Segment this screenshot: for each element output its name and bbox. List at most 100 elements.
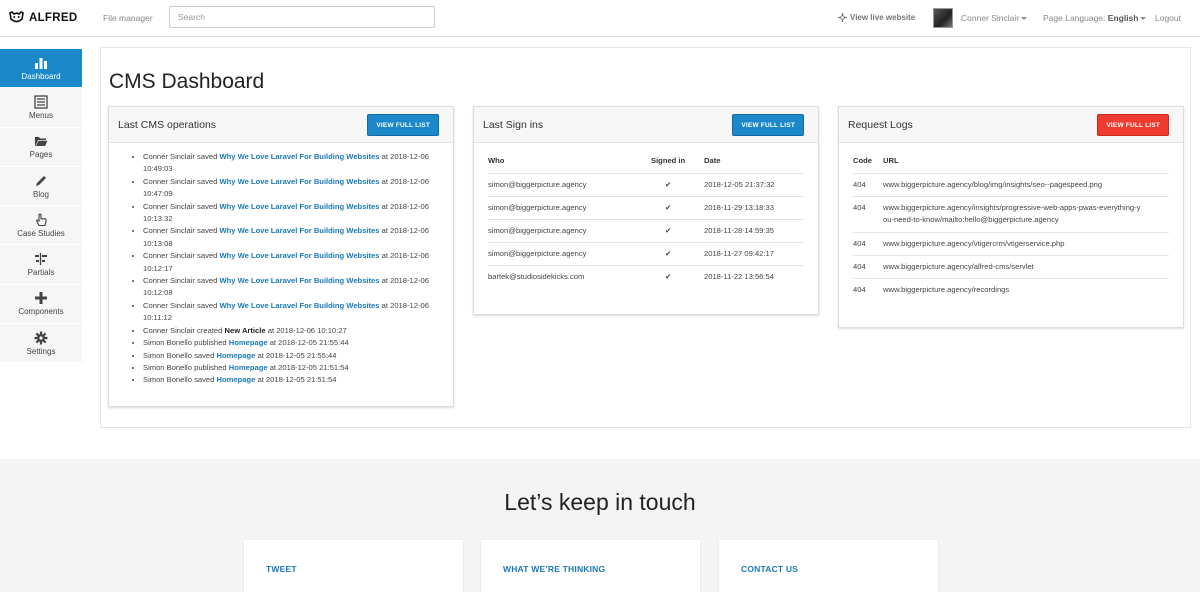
panel-header: Last Sign ins VIEW FULL LIST <box>474 107 818 143</box>
logo-text: ALFRED <box>29 11 78 24</box>
sidebar-item-blog[interactable]: Blog <box>0 166 82 207</box>
table-header-row: Code URL <box>853 143 1169 173</box>
panel-title: Request Logs <box>848 119 913 131</box>
view-live-label: View live website <box>850 13 916 22</box>
view-full-list-button[interactable]: VIEW FULL LIST <box>732 114 804 136</box>
list-item: Conner Sinclair saved Why We Love Larave… <box>143 275 453 300</box>
page-link[interactable]: Homepage <box>216 375 255 384</box>
page-language-menu[interactable]: Page Language: English <box>1043 13 1147 23</box>
sidebar-item-settings[interactable]: Settings <box>0 324 82 364</box>
check-icon: ✔ <box>651 195 704 219</box>
table-row: 404 www.biggerpicture.agency/alfred-cms/s… <box>853 254 1169 278</box>
column-header: Signed in <box>651 156 686 166</box>
view-live-website-link[interactable]: View live website <box>838 13 915 22</box>
plus-icon <box>35 292 47 305</box>
article-link[interactable]: Why We Love Laravel For Building Website… <box>219 301 379 310</box>
panel-title: Last Sign ins <box>483 119 544 131</box>
search-input[interactable] <box>169 6 435 28</box>
sidebar-item-partials[interactable]: Partials <box>0 245 82 285</box>
request-logs-panel: Request Logs VIEW FULL LIST Code URL 404… <box>838 106 1184 328</box>
view-full-list-button[interactable]: VIEW FULL LIST <box>367 114 439 136</box>
table-row: 404 www.biggerpicture.agency/insights/pro… <box>853 195 1169 232</box>
article-link[interactable]: Why We Love Laravel For Building Website… <box>219 276 379 285</box>
hand-pointer-icon <box>36 213 47 226</box>
list-item: Conner Sinclair saved Why We Love Larave… <box>143 201 453 226</box>
panel-header: Last CMS operations VIEW FULL LIST <box>109 107 453 143</box>
chevron-down-icon <box>1021 17 1028 21</box>
footer-card-heading[interactable]: CONTACT US <box>741 564 798 574</box>
logout-link[interactable]: Logout <box>1155 13 1181 23</box>
sidebar-item-menus[interactable]: Menus <box>0 88 82 128</box>
column-header: Code <box>853 156 872 166</box>
footer-card-contact: CONTACT US <box>719 540 938 592</box>
list-item: Conner Sinclair saved Why We Love Larave… <box>143 250 453 275</box>
user-menu[interactable]: Conner Sinclair <box>961 13 1028 23</box>
request-logs-table: Code URL 404 www.biggerpicture.agency/blo… <box>853 143 1169 301</box>
page-language-label: Page Language: <box>1043 13 1106 23</box>
list-item: Conner Sinclair saved Why We Love Larave… <box>143 225 453 250</box>
sidebar-item-label: Settings <box>26 346 56 356</box>
sidebar-item-label: Pages <box>29 150 53 160</box>
panel-title: Last CMS operations <box>118 119 217 131</box>
top-navbar: ALFRED File manager View live website Co… <box>0 0 1200 37</box>
view-full-list-button[interactable]: VIEW FULL LIST <box>1097 114 1169 136</box>
list-item: Simon Bonello saved Homepage at 2018-12-… <box>143 350 453 362</box>
table-row: bartek@studiosidekicks.com ✔ 2018-11-22 13… <box>488 264 804 288</box>
page-link[interactable]: Homepage <box>229 338 268 347</box>
panel-header: Request Logs VIEW FULL LIST <box>839 107 1183 143</box>
list-icon <box>34 95 48 109</box>
sign-ins-table: Who Signed in Date simon@biggerpicture.a… <box>488 143 804 288</box>
article-link[interactable]: Why We Love Laravel For Building Website… <box>219 226 379 235</box>
column-header: URL <box>883 156 899 166</box>
alfred-logo[interactable]: ALFRED <box>9 11 77 24</box>
avatar[interactable] <box>933 8 953 28</box>
list-item: Simon Bonello saved Homepage at 2018-12-… <box>143 374 453 386</box>
table-row: simon@biggerpicture.agency ✔ 2018-12-05 21… <box>488 172 804 196</box>
alfred-logo-icon <box>9 11 24 23</box>
bar-chart-icon <box>35 57 47 69</box>
list-item: Conner Sinclair created New Article at 2… <box>143 325 453 337</box>
table-row: 404 www.biggerpicture.agency/recordings <box>853 277 1169 301</box>
cms-operations-panel: Last CMS operations VIEW FULL LIST Conne… <box>108 106 454 407</box>
article-link[interactable]: Why We Love Laravel For Building Website… <box>219 202 379 211</box>
footer-card-heading[interactable]: WHAT WE’RE THINKING <box>503 564 605 574</box>
article-name: New Article <box>224 325 266 335</box>
pencil-icon <box>36 175 46 186</box>
sidebar-item-label: Components <box>18 307 64 317</box>
sidebar-item-dashboard[interactable]: Dashboard <box>0 49 82 89</box>
list-item: Simon Bonello published Homepage at 2018… <box>143 337 453 349</box>
check-icon: ✔ <box>651 172 704 196</box>
file-manager-link[interactable]: File manager <box>103 13 153 23</box>
sidebar-item-label: Partials <box>27 268 55 278</box>
table-row: 404 www.biggerpicture.agency/vtigercrm/vt… <box>853 231 1169 255</box>
page-link[interactable]: Homepage <box>229 363 268 372</box>
table-header-row: Who Signed in Date <box>488 143 804 173</box>
footer-card-thinking: WHAT WE’RE THINKING <box>481 540 700 592</box>
column-header: Who <box>488 156 505 166</box>
article-link[interactable]: Why We Love Laravel For Building Website… <box>219 177 379 186</box>
sidebar-item-case-studies[interactable]: Case Studies <box>0 206 82 246</box>
sidebar-item-components[interactable]: Components <box>0 284 82 325</box>
footer-card-heading[interactable]: TWEET <box>266 564 297 574</box>
check-icon: ✔ <box>651 264 704 288</box>
table-row: simon@biggerpicture.agency ✔ 2018-11-28 14… <box>488 218 804 242</box>
footer-card-tweet: TWEET <box>244 540 463 592</box>
footer: Let’s keep in touch TWEET WHAT WE’RE THI… <box>0 459 1200 592</box>
align-icon <box>35 253 47 266</box>
crosshair-icon <box>838 13 847 22</box>
user-name: Conner Sinclair <box>961 13 1020 23</box>
sidebar-item-label: Menus <box>28 110 53 120</box>
article-link[interactable]: Why We Love Laravel For Building Website… <box>219 152 379 161</box>
chevron-down-icon <box>1140 17 1147 21</box>
sidebar: Dashboard Menus Pages Blog Case Studies … <box>0 49 82 364</box>
article-link[interactable]: Why We Love Laravel For Building Website… <box>219 251 379 260</box>
cms-operations-list: Conner Sinclair saved Why We Love Larave… <box>109 143 453 387</box>
check-icon: ✔ <box>651 241 704 265</box>
page-link[interactable]: Homepage <box>216 351 255 360</box>
sidebar-item-pages[interactable]: Pages <box>0 127 82 167</box>
column-header: Date <box>704 156 721 166</box>
table-row: simon@biggerpicture.agency ✔ 2018-11-29 13… <box>488 195 804 219</box>
footer-title: Let’s keep in touch <box>504 489 696 515</box>
list-item: Simon Bonello published Homepage at 2018… <box>143 362 453 374</box>
gear-icon <box>34 331 48 345</box>
